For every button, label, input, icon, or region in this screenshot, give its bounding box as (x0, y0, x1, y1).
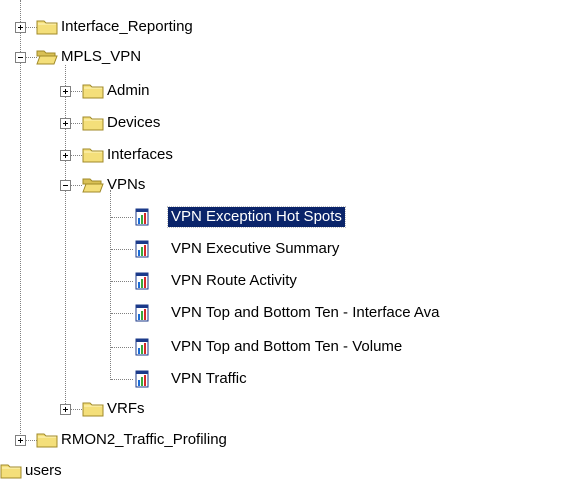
tree-line (70, 123, 82, 124)
tree-line (70, 185, 82, 186)
folder-open-icon (36, 50, 58, 65)
tree-line (70, 409, 82, 410)
report-tree: Interface_Reporting MPLS_VPN Admin Devic… (0, 0, 568, 485)
tree-node-label[interactable]: Interfaces (104, 145, 176, 165)
tree-line (70, 155, 82, 156)
tree-line (111, 313, 133, 314)
folder-closed-icon (36, 20, 58, 35)
report-label[interactable]: VPN Top and Bottom Ten - Interface Ava (168, 303, 443, 323)
folder-closed-icon (82, 402, 104, 417)
report-label[interactable]: VPN Traffic (168, 369, 250, 389)
expand-plus-icon[interactable] (15, 22, 26, 33)
collapse-minus-icon[interactable] (15, 52, 26, 63)
report-chart-icon (135, 304, 149, 322)
tree-line (111, 217, 133, 218)
tree-line (110, 190, 111, 380)
tree-line (111, 281, 133, 282)
tree-line (111, 347, 133, 348)
tree-line (111, 249, 133, 250)
tree-node-label[interactable]: Interface_Reporting (58, 17, 196, 37)
expand-plus-icon[interactable] (15, 435, 26, 446)
report-label[interactable]: VPN Exception Hot Spots (167, 206, 346, 228)
tree-node-label[interactable]: VPNs (104, 175, 148, 195)
expand-plus-icon[interactable] (60, 118, 71, 129)
tree-line (20, 0, 21, 440)
tree-node-label[interactable]: Admin (104, 81, 153, 101)
tree-node-label[interactable]: MPLS_VPN (58, 47, 144, 67)
tree-line (65, 65, 66, 410)
collapse-minus-icon[interactable] (60, 180, 71, 191)
tree-line (70, 91, 82, 92)
report-chart-icon (135, 370, 149, 388)
folder-closed-icon (0, 464, 22, 479)
tree-line (111, 379, 133, 380)
tree-node-label[interactable]: users (22, 461, 65, 481)
expand-plus-icon[interactable] (60, 150, 71, 161)
folder-closed-icon (82, 116, 104, 131)
tree-node-label[interactable]: RMON2_Traffic_Profiling (58, 430, 230, 450)
report-label[interactable]: VPN Executive Summary (168, 239, 342, 259)
report-chart-icon (135, 272, 149, 290)
tree-node-label[interactable]: VRFs (104, 399, 148, 419)
folder-open-icon (82, 178, 104, 193)
report-chart-icon (135, 240, 149, 258)
report-chart-icon (135, 338, 149, 356)
tree-node-label[interactable]: Devices (104, 113, 163, 133)
expand-plus-icon[interactable] (60, 404, 71, 415)
report-label[interactable]: VPN Route Activity (168, 271, 300, 291)
folder-closed-icon (36, 433, 58, 448)
report-chart-icon (135, 208, 149, 226)
folder-closed-icon (82, 148, 104, 163)
report-label[interactable]: VPN Top and Bottom Ten - Volume (168, 337, 405, 357)
expand-plus-icon[interactable] (60, 86, 71, 97)
folder-closed-icon (82, 84, 104, 99)
